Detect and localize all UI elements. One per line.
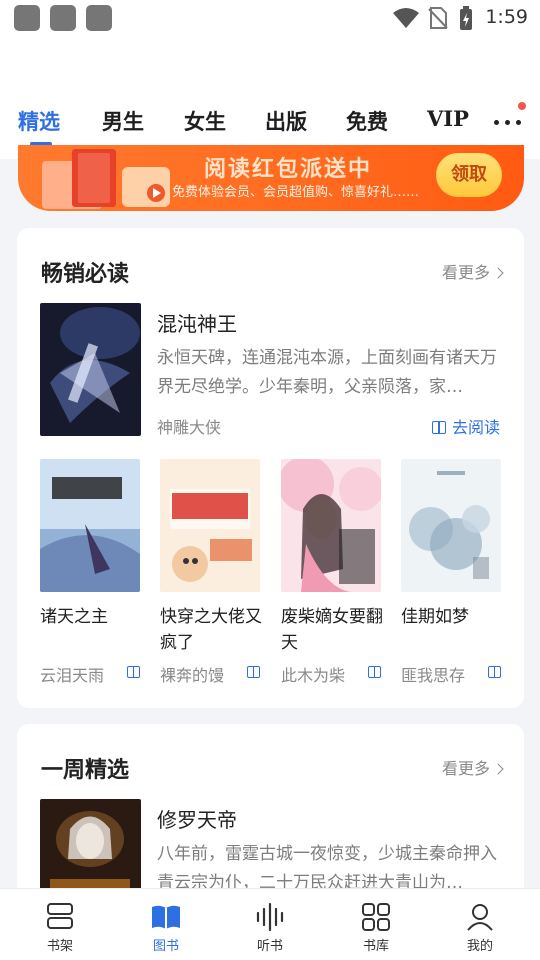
- nav-label: 书库: [362, 939, 389, 954]
- read-label: 去阅读: [451, 418, 500, 437]
- book-title[interactable]: 修罗天帝: [157, 804, 237, 833]
- battery-charging-icon: [460, 6, 472, 30]
- chevron-right-icon: [492, 763, 504, 775]
- bottom-nav: 书架 图书 听书 书库 我的: [0, 888, 540, 960]
- book-item[interactable]: 快穿之大佬又疯了: [160, 459, 262, 656]
- promo-banner[interactable]: 阅读红包派送中 免费体验会员、会员超值购、惊喜好礼…… 领取: [18, 145, 524, 211]
- book-author: 裸奔的馒: [160, 666, 225, 685]
- nav-label: 书架: [46, 939, 73, 954]
- book-icon: [431, 421, 446, 434]
- tab-free[interactable]: 免费: [346, 106, 388, 136]
- book-cover[interactable]: [160, 459, 260, 592]
- no-sim-icon: [428, 7, 448, 29]
- nav-label: 听书: [256, 939, 283, 954]
- see-more-label: 看更多: [441, 263, 490, 282]
- gift-books-icon: [42, 149, 170, 209]
- book-title: 佳期如梦: [401, 607, 469, 627]
- notification-badge: [518, 102, 526, 110]
- notification-icon: [14, 5, 40, 31]
- status-bar: 1:59: [0, 0, 540, 36]
- book-item[interactable]: 佳期如梦: [401, 459, 501, 630]
- book-title[interactable]: 混沌神王: [157, 308, 237, 337]
- header: 精选 男生 女生 出版 免费 VIP: [0, 36, 540, 159]
- book-description: 永恒天碑，连通混沌本源，上面刻画有诸天万界无尽绝学。少年秦明，父亲陨落，家…: [157, 348, 497, 397]
- section-title: 畅销必读: [41, 262, 130, 287]
- book-author: 神雕大侠: [157, 418, 222, 437]
- nav-books[interactable]: 图书: [126, 889, 206, 960]
- notification-icon: [50, 5, 76, 31]
- user-icon: [467, 904, 493, 931]
- bookshelf-icon: [47, 903, 73, 929]
- nav-audiobooks[interactable]: 听书: [230, 889, 310, 960]
- book-cover[interactable]: [40, 303, 141, 436]
- book-icon[interactable]: [488, 666, 501, 678]
- book-title: 诸天之主: [40, 607, 108, 627]
- book-cover[interactable]: [281, 459, 381, 592]
- banner-title: 阅读红包派送中: [204, 157, 373, 182]
- book-icon[interactable]: [127, 666, 140, 678]
- nav-bookshelf[interactable]: 书架: [20, 889, 100, 960]
- wifi-icon: [393, 8, 419, 28]
- banner-subtitle: 免费体验会员、会员超值购、惊喜好礼……: [172, 185, 420, 200]
- nav-library[interactable]: 书库: [336, 889, 416, 960]
- book-open-icon: [152, 905, 180, 929]
- book-title: 快穿之大佬又疯了: [160, 607, 262, 653]
- see-more-link[interactable]: 看更多: [441, 259, 504, 283]
- tab-male[interactable]: 男生: [102, 106, 144, 136]
- status-time: 1:59: [485, 6, 528, 28]
- tab-published[interactable]: 出版: [265, 106, 307, 136]
- see-more-link[interactable]: 看更多: [441, 755, 504, 779]
- audio-wave-icon: [256, 902, 284, 932]
- section-title: 一周精选: [41, 758, 130, 783]
- category-tabs: 精选 男生 女生 出版 免费 VIP: [0, 106, 540, 146]
- nav-profile[interactable]: 我的: [440, 889, 520, 960]
- grid-icon: [362, 903, 390, 931]
- book-icon[interactable]: [368, 666, 381, 678]
- book-author: 此木为柴: [281, 666, 346, 685]
- bestsellers-section: 畅销必读 看更多 混沌神王 永恒天碑，连通混沌本源，上面刻画有诸天万界无尽绝学。…: [17, 228, 524, 708]
- more-menu-button[interactable]: [492, 110, 524, 132]
- nav-label: 图书: [152, 939, 179, 954]
- tab-female[interactable]: 女生: [184, 106, 226, 136]
- nav-label: 我的: [466, 939, 493, 954]
- book-icon[interactable]: [247, 666, 260, 678]
- book-cover[interactable]: [401, 459, 501, 592]
- book-cover[interactable]: [40, 459, 140, 592]
- book-item[interactable]: 废柴嫡女要翻天: [281, 459, 383, 656]
- read-button[interactable]: 去阅读: [431, 414, 500, 438]
- book-item[interactable]: 诸天之主: [40, 459, 140, 630]
- claim-button[interactable]: 领取: [436, 153, 502, 197]
- see-more-label: 看更多: [441, 759, 490, 778]
- tab-vip[interactable]: VIP: [427, 106, 469, 131]
- tab-featured[interactable]: 精选: [18, 106, 60, 136]
- book-author: 云泪天雨: [40, 666, 105, 685]
- book-title: 废柴嫡女要翻天: [281, 607, 383, 653]
- notification-icon: [86, 5, 112, 31]
- chevron-right-icon: [492, 267, 504, 279]
- book-author: 匪我思存: [401, 666, 466, 685]
